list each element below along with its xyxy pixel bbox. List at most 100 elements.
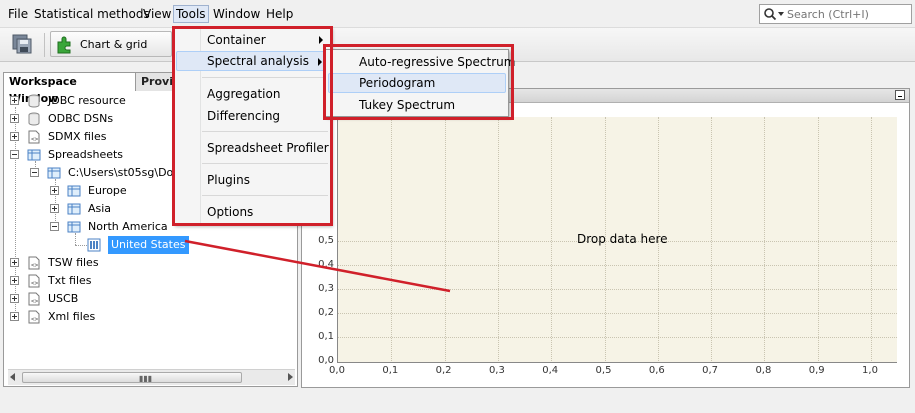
menu-separator [202,195,328,196]
grid-line [338,265,897,266]
menu-separator [202,77,328,78]
expand-icon[interactable] [50,186,59,195]
menu-item-spectral-analysis[interactable]: Spectral analysis [176,51,328,71]
menu-separator [202,163,328,164]
expand-icon[interactable] [10,294,19,303]
grid-line [871,117,872,361]
tree-node-label: Europe [88,184,127,197]
tree-node-xml-files[interactable]: <> Xml files [4,308,294,326]
search-icon[interactable] [763,7,785,21]
svg-text:<>: <> [31,262,39,269]
grid-line [817,117,819,361]
tab-workspace-window[interactable]: Workspace Window [4,73,136,105]
drop-hint: Drop data here [577,232,668,246]
tree-node-txt-files[interactable]: <> Txt files [4,272,294,290]
spreadsheet-icon [46,166,62,180]
scroll-right-icon[interactable] [288,373,293,381]
scroll-thumb[interactable]: ▮▮▮ [22,372,242,383]
collapse-icon[interactable] [50,222,59,231]
submenu-arrow-icon [318,58,322,66]
expand-icon[interactable] [10,276,19,285]
spreadsheet-icon [66,184,82,198]
menu-item-autoregressive-spectrum[interactable]: Auto-regressive Spectrum [328,52,515,72]
series-icon [86,238,102,252]
y-tick-label: 0,1 [318,331,334,342]
x-tick-label: 1,0 [862,365,878,376]
chart-panel: 0,0 0,1 0,2 0,3 0,4 0,5 0,0 0,1 0,2 0,3 0,4 0,5 0,6… [301,88,910,388]
submenu-arrow-icon [319,36,323,44]
tree-node-label: North America [88,220,168,233]
database-icon [26,112,42,126]
grid-line [711,117,713,361]
menu-help[interactable]: Help [264,5,295,23]
expand-icon[interactable] [10,132,19,141]
tree-node-label: United States [108,236,189,254]
svg-text:<>: <> [31,298,39,305]
horizontal-scrollbar[interactable]: ▮▮▮ [8,369,295,385]
menu-bar: File Statistical methods View Tools Wind… [0,0,915,28]
menu-file[interactable]: File [6,5,30,23]
x-tick-label: 0,1 [382,365,399,376]
tree-node-united-states[interactable]: United States [4,236,294,254]
menu-tools[interactable]: Tools [173,5,209,23]
tree-node-label: JDBC resource [48,94,126,107]
menu-item-plugins[interactable]: Plugins [176,170,328,190]
svg-text:<>: <> [31,136,39,143]
file-icon: <> [26,130,42,144]
menu-separator [202,131,328,132]
menu-item-periodogram[interactable]: Periodogram [328,73,506,93]
collapse-icon[interactable] [30,168,39,177]
x-tick-label: 0,7 [702,365,719,376]
x-tick-label: 0,9 [808,365,825,376]
search-input[interactable] [787,6,909,22]
x-tick-label: 0,5 [595,365,612,376]
spreadsheet-icon [66,202,82,216]
menu-item-aggregation[interactable]: Aggregation [176,84,328,104]
tree-node-label: ODBC DSNs [48,112,114,125]
menu-item-options[interactable]: Options [176,202,328,222]
menu-view[interactable]: View [141,5,173,23]
menu-item-tukey-spectrum[interactable]: Tukey Spectrum [328,95,506,115]
minimize-button[interactable] [895,90,905,100]
expand-icon[interactable] [10,96,19,105]
grid-line [444,117,446,361]
tree-node-label: Txt files [48,274,92,287]
expand-icon[interactable] [10,114,19,123]
menu-window[interactable]: Window [211,5,262,23]
scroll-left-icon[interactable] [10,373,15,381]
chart-grid-button[interactable]: Chart & grid [50,31,172,57]
file-icon: <> [26,256,42,270]
grid-line [764,117,766,361]
tree-node-label: C:\Users\st05sg\Docu [68,166,187,179]
database-icon [26,94,42,108]
menu-item-differencing[interactable]: Differencing [176,106,328,126]
y-tick-label: 0,5 [318,235,334,246]
tree-node-label: Asia [88,202,112,215]
grid-line [391,117,393,361]
search-box[interactable] [759,4,912,24]
save-all-button[interactable] [8,31,40,57]
x-tick-label: 0,3 [488,365,505,376]
chart-grid-label: Chart & grid [80,38,148,51]
menu-item-spreadsheet-profiler[interactable]: Spreadsheet Profiler [176,138,329,158]
puzzle-icon [57,36,71,54]
x-tick-label: 0,8 [755,365,772,376]
x-tick-label: 0,6 [648,365,665,376]
collapse-icon[interactable] [10,150,19,159]
expand-icon[interactable] [10,312,19,321]
tree-node-tsw-files[interactable]: <> TSW files [4,254,294,272]
tree-node-uscb[interactable]: <> USCB [4,290,294,308]
menu-statistical-methods[interactable]: Statistical methods [32,5,152,23]
tree-node-label: SDMX files [48,130,107,143]
spectral-analysis-submenu: Auto-regressive Spectrum Periodogram Tuk… [325,49,515,117]
save-all-icon [12,34,32,54]
expand-icon[interactable] [10,258,19,267]
tree-node-label: Xml files [48,310,96,323]
expand-icon[interactable] [50,204,59,213]
grid-line [338,313,897,314]
svg-text:<>: <> [31,280,39,287]
spreadsheet-icon [66,220,82,234]
menu-item-container[interactable]: Container [176,30,328,50]
grid-line [497,117,499,361]
file-icon: <> [26,292,42,306]
